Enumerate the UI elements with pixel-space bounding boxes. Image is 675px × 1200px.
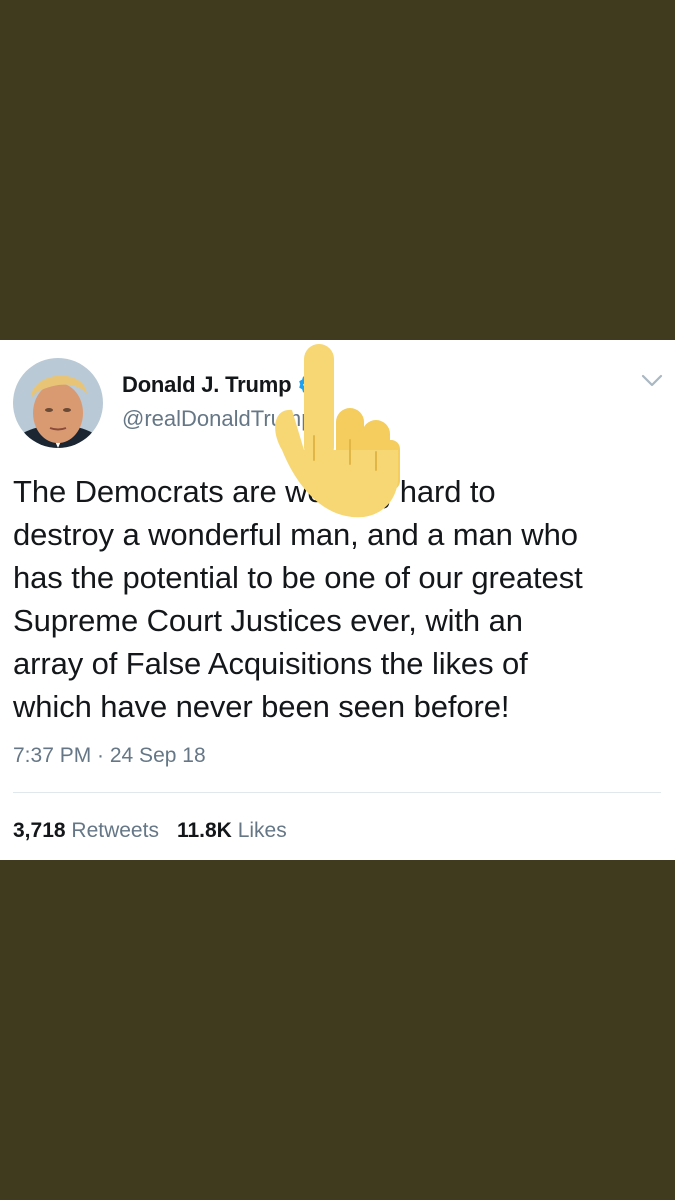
retweets-count: 3,718 (13, 819, 66, 842)
divider (13, 792, 661, 793)
author-display-name[interactable]: Donald J. Trump (122, 372, 292, 398)
pointing-hand-icon (270, 340, 410, 530)
chevron-down-icon[interactable] (641, 374, 663, 388)
engagement-stats: 3,718 Retweets 11.8K Likes (13, 819, 287, 843)
likes-label: Likes (237, 819, 287, 842)
likes-count: 11.8K (176, 819, 232, 842)
likes-stat[interactable]: 11.8K Likes (177, 819, 287, 842)
tweet-timestamp[interactable]: 7:37 PM · 24 Sep 18 (13, 744, 206, 768)
retweets-label: Retweets (71, 819, 159, 842)
avatar[interactable] (13, 358, 103, 448)
retweets-stat[interactable]: 3,718 Retweets (13, 819, 159, 842)
